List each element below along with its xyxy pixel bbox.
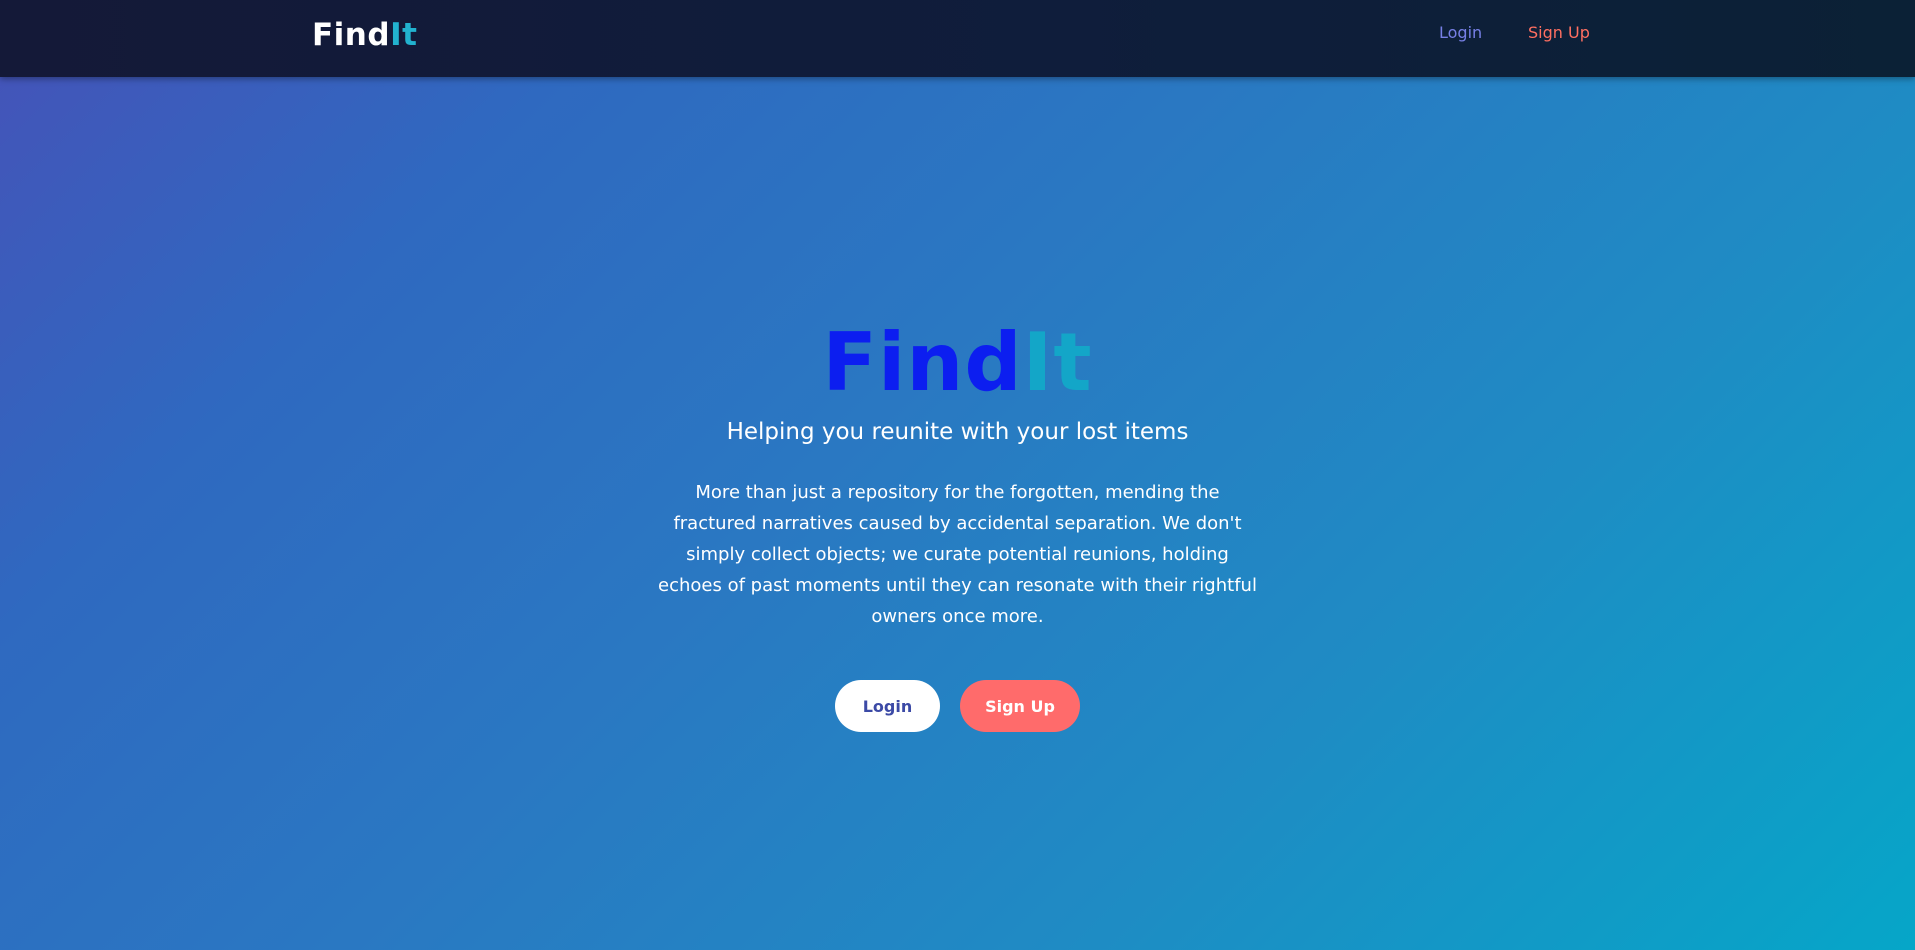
hero-section: FindIt Helping you reunite with your los… <box>0 318 1915 732</box>
nav-login-link[interactable]: Login <box>1439 22 1482 44</box>
hero-title-find: Find <box>822 316 1023 409</box>
login-button[interactable]: Login <box>835 680 940 732</box>
hero-button-row: Login Sign Up <box>0 680 1915 732</box>
hero-title: FindIt <box>0 318 1915 408</box>
landing-page: FindIt Login Sign Up FindIt Helping you … <box>0 0 1915 950</box>
hero-subtitle: Helping you reunite with your lost items <box>726 419 1189 445</box>
nav-logo-it: It <box>390 17 418 53</box>
top-navbar: FindIt Login Sign Up <box>0 0 1915 77</box>
signup-button[interactable]: Sign Up <box>960 680 1080 732</box>
nav-signup-link[interactable]: Sign Up <box>1528 22 1590 44</box>
hero-title-it: It <box>1022 316 1093 409</box>
nav-logo[interactable]: FindIt <box>312 16 417 54</box>
nav-logo-find: Find <box>312 17 391 53</box>
hero-description: More than just a repository for the forg… <box>658 482 1257 627</box>
